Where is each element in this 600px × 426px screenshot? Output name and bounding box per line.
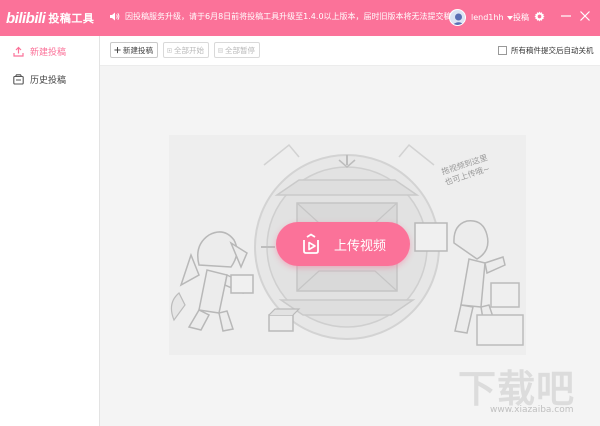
upload-video-label: 上传视频	[333, 238, 386, 254]
avatar-image-icon	[450, 10, 465, 25]
plus-icon	[114, 46, 121, 54]
sidebar-item-new-submission[interactable]: 新建投稿	[0, 38, 99, 64]
start-all-button[interactable]: 全部开始	[163, 42, 209, 58]
minimize-icon[interactable]	[561, 11, 571, 21]
sidebar-item-label: 历史投稿	[30, 75, 67, 86]
new-submission-button[interactable]: 新建投稿	[110, 42, 158, 58]
sidebar-item-history[interactable]: 历史投稿	[0, 66, 99, 92]
pause-all-label: 全部暂停	[225, 45, 255, 55]
upload-video-button[interactable]: 上传视频	[276, 222, 410, 266]
auto-shutdown-checkbox[interactable]	[498, 46, 507, 55]
sidebar-item-label: 新建投稿	[30, 47, 67, 58]
bilibili-logo: bilibili	[6, 9, 46, 27]
notice-text: 因投稿服务升级，请于6月8日前将投稿工具升级至1.4.0以上版本，届时旧版本将无…	[125, 12, 460, 21]
pause-all-button[interactable]: 全部暂停	[214, 42, 260, 58]
app-logo: bilibili 投稿工具	[6, 8, 94, 28]
toolbar: 新建投稿 全部开始 全部暂停 所有稿件提交后自动关机	[100, 36, 600, 66]
pause-icon	[218, 47, 223, 53]
upgrade-notice: 因投稿服务升级，请于6月8日前将投稿工具升级至1.4.0以上版本，届时旧版本将无…	[110, 11, 460, 22]
auto-shutdown-option[interactable]: 所有稿件提交后自动关机	[498, 45, 594, 56]
history-icon	[13, 73, 24, 85]
close-icon[interactable]	[580, 11, 590, 21]
avatar[interactable]	[449, 9, 466, 26]
app-title: 投稿工具	[48, 12, 95, 25]
title-bar: bilibili 投稿工具 因投稿服务升级，请于6月8日前将投稿工具升级至1.4…	[0, 0, 600, 36]
play-icon	[167, 47, 172, 53]
new-submission-label: 新建投稿	[123, 45, 153, 55]
speaker-icon	[110, 12, 120, 21]
site-watermark: 下载吧 www.xiazaiba.com	[454, 358, 594, 420]
contribute-link[interactable]: 投稿	[513, 12, 529, 23]
start-all-label: 全部开始	[174, 45, 204, 55]
watermark-url: www.xiazaiba.com	[490, 405, 574, 415]
auto-shutdown-label: 所有稿件提交后自动关机	[511, 46, 594, 55]
caret-down-icon[interactable]	[506, 15, 513, 20]
sidebar: 新建投稿 历史投稿	[0, 36, 100, 426]
gear-icon[interactable]	[534, 11, 545, 22]
video-upload-icon	[303, 233, 319, 254]
user-menu[interactable]: lend1hh	[449, 9, 513, 26]
username[interactable]: lend1hh	[471, 13, 504, 22]
upload-icon	[13, 46, 24, 57]
